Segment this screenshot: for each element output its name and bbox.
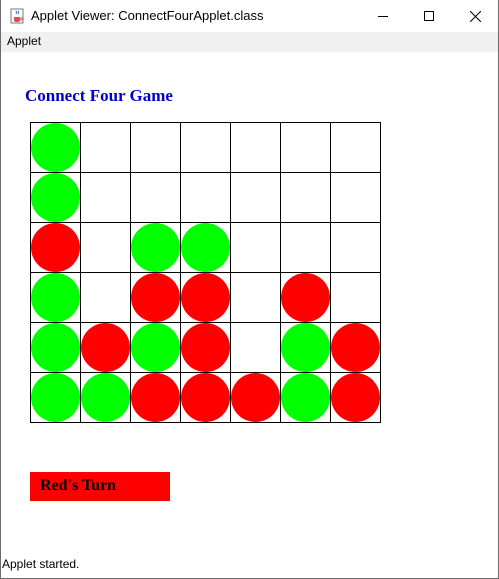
menu-item-applet[interactable]: Applet [7, 34, 41, 48]
green-disc-r4-c0 [31, 323, 80, 372]
status-bar: Applet started. [1, 555, 498, 579]
red-disc-r5-c4 [231, 373, 280, 422]
board-cell-r1-c4[interactable] [230, 172, 281, 223]
green-disc-r4-c5 [281, 323, 330, 372]
green-disc-r5-c0 [31, 373, 80, 422]
applet-viewer-window: Applet Viewer: ConnectFourApplet.class A… [0, 0, 499, 579]
red-disc-r4-c6 [331, 323, 380, 372]
minimize-icon [378, 11, 388, 21]
board-cell-r2-c4[interactable] [230, 222, 281, 273]
red-disc-r5-c6 [331, 373, 380, 422]
board-cell-r0-c5[interactable] [280, 122, 331, 173]
board-cell-r0-c4[interactable] [230, 122, 281, 173]
java-coffee-icon [9, 8, 25, 24]
red-disc-r5-c2 [131, 373, 180, 422]
board-cell-r0-c6[interactable] [330, 122, 381, 173]
green-disc-r0-c0 [31, 123, 80, 172]
red-disc-r3-c2 [131, 273, 180, 322]
board-cell-r1-c1[interactable] [80, 172, 131, 223]
turn-banner: Red's Turn [30, 472, 170, 501]
board-cell-r1-c5[interactable] [280, 172, 331, 223]
close-icon [469, 10, 481, 22]
applet-area: Connect Four Game Red's Turn [1, 52, 498, 555]
title-bar[interactable]: Applet Viewer: ConnectFourApplet.class [1, 0, 498, 32]
board-cell-r3-c6[interactable] [330, 272, 381, 323]
game-board[interactable] [30, 122, 381, 423]
green-disc-r2-c2 [131, 223, 180, 272]
board-cell-r2-c6[interactable] [330, 222, 381, 273]
green-disc-r4-c2 [131, 323, 180, 372]
maximize-icon [424, 11, 434, 21]
green-disc-r5-c1 [81, 373, 130, 422]
board-cell-r1-c3[interactable] [180, 172, 231, 223]
green-disc-r5-c5 [281, 373, 330, 422]
menu-bar: Applet [1, 32, 498, 52]
status-text: Applet started. [2, 557, 80, 571]
board-cell-r0-c3[interactable] [180, 122, 231, 173]
minimize-button[interactable] [360, 0, 406, 32]
red-disc-r2-c0 [31, 223, 80, 272]
board-cell-r0-c1[interactable] [80, 122, 131, 173]
board-cell-r4-c4[interactable] [230, 322, 281, 373]
red-disc-r3-c5 [281, 273, 330, 322]
turn-label: Red's Turn [40, 477, 117, 494]
game-title: Connect Four Game [25, 86, 173, 105]
board-cell-r2-c1[interactable] [80, 222, 131, 273]
red-disc-r4-c3 [181, 323, 230, 372]
board-cell-r1-c6[interactable] [330, 172, 381, 223]
close-button[interactable] [452, 0, 498, 32]
green-disc-r3-c0 [31, 273, 80, 322]
red-disc-r3-c3 [181, 273, 230, 322]
green-disc-r1-c0 [31, 173, 80, 222]
board-cell-r1-c2[interactable] [130, 172, 181, 223]
window-title: Applet Viewer: ConnectFourApplet.class [31, 8, 264, 23]
board-cell-r0-c2[interactable] [130, 122, 181, 173]
red-disc-r4-c1 [81, 323, 130, 372]
green-disc-r2-c3 [181, 223, 230, 272]
maximize-button[interactable] [406, 0, 452, 32]
board-cell-r2-c5[interactable] [280, 222, 331, 273]
board-cell-r3-c1[interactable] [80, 272, 131, 323]
red-disc-r5-c3 [181, 373, 230, 422]
board-cell-r3-c4[interactable] [230, 272, 281, 323]
